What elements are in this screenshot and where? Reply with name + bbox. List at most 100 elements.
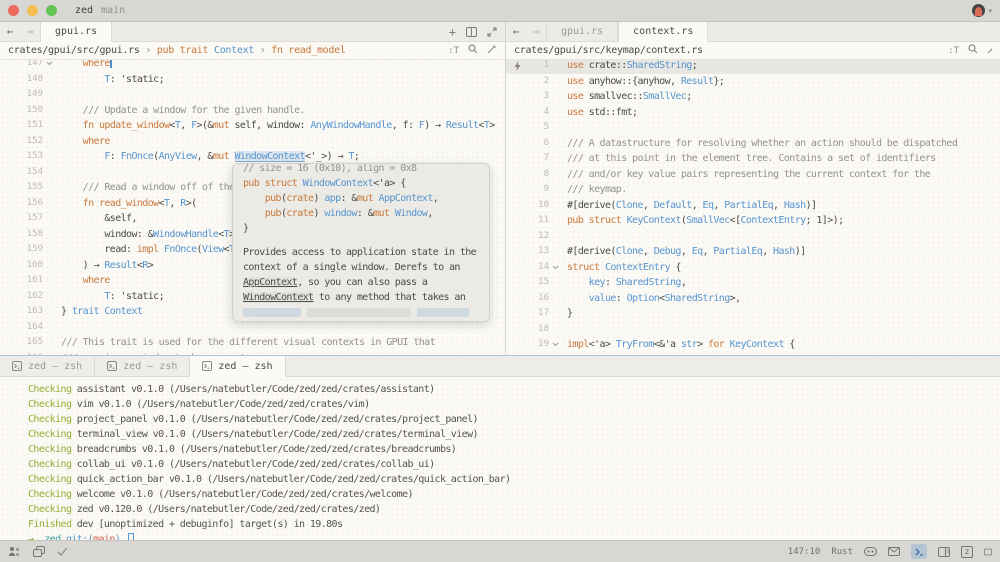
gutter[interactable]: 14	[506, 260, 562, 276]
code-line[interactable]: 13#[derive(Clone, Debug, Eq, PartialEq, …	[506, 244, 1000, 260]
left-editor[interactable]: 147 where148 T: 'static;149150 /// Updat…	[0, 60, 505, 355]
tab-gpui-rs[interactable]: gpui.rs	[40, 22, 112, 42]
doc-link[interactable]: AppContext	[243, 277, 297, 288]
gutter[interactable]: 4	[506, 105, 562, 121]
terminal-tab-2[interactable]: zed — zsh	[95, 356, 190, 376]
assistant-icon[interactable]: z	[961, 546, 973, 558]
navigate-forward-button[interactable]: →	[20, 22, 40, 41]
gutter[interactable]: 162	[0, 289, 56, 305]
gutter[interactable]: 151	[0, 118, 56, 134]
code-line[interactable]: 9/// keymap.	[506, 182, 1000, 198]
git-branch-label[interactable]: main	[101, 5, 125, 16]
gutter[interactable]: 149	[0, 87, 56, 103]
code-line[interactable]: 6/// A datastructure for resolving wheth…	[506, 136, 1000, 152]
code-line[interactable]: 5	[506, 120, 1000, 136]
terminal-tab-1[interactable]: zed — zsh	[0, 356, 95, 376]
code-line[interactable]: 8/// and/or key value pairs representing…	[506, 167, 1000, 183]
gutter[interactable]: 9	[506, 182, 562, 198]
navigate-back-button[interactable]: ←	[506, 22, 526, 41]
code-line[interactable]: 11pub struct KeyContext(SmallVec<[Contex…	[506, 213, 1000, 229]
gutter[interactable]: 158	[0, 227, 56, 243]
split-pane-icon[interactable]	[466, 27, 477, 37]
gutter[interactable]: 155	[0, 180, 56, 196]
user-avatar[interactable]	[972, 4, 985, 17]
gutter[interactable]: 7	[506, 151, 562, 167]
gutter[interactable]: 17	[506, 306, 562, 322]
zoom-window-button[interactable]	[46, 5, 57, 16]
gutter[interactable]: 161	[0, 273, 56, 289]
search-icon[interactable]	[468, 44, 478, 57]
gutter[interactable]: 148	[0, 72, 56, 88]
inline-assist-icon[interactable]	[487, 44, 497, 57]
tab-context-rs[interactable]: context.rs	[618, 22, 708, 42]
right-editor[interactable]: 1use crate::SharedString;2use anyhow::{a…	[506, 60, 1000, 355]
gutter[interactable]: 10	[506, 198, 562, 214]
code-line[interactable]: 7/// at this point in the element tree. …	[506, 151, 1000, 167]
project-panel-icon[interactable]	[8, 546, 21, 557]
gutter[interactable]: 164	[0, 320, 56, 336]
doc-link[interactable]: WindowContext	[243, 292, 313, 303]
code-line[interactable]: 151 fn update_window<T, F>(&mut self, wi…	[0, 118, 505, 134]
code-line[interactable]: 1use crate::SharedString;	[506, 60, 1000, 74]
inline-assist-icon[interactable]	[987, 44, 992, 57]
gutter[interactable]: 166	[0, 351, 56, 356]
code-line[interactable]: 19impl<'a> TryFrom<&'a str> for KeyConte…	[506, 337, 1000, 353]
gutter[interactable]: 18	[506, 322, 562, 338]
code-line[interactable]: 18	[506, 322, 1000, 338]
navigate-back-button[interactable]: ←	[0, 22, 20, 41]
gutter[interactable]: 3	[506, 89, 562, 105]
buffer-font-icon[interactable]: :T	[448, 46, 459, 56]
cursor-position[interactable]: 147:10	[788, 547, 821, 557]
search-icon[interactable]	[968, 44, 978, 57]
gutter[interactable]: 15	[506, 275, 562, 291]
right-dock-icon[interactable]	[938, 547, 950, 557]
gutter[interactable]: 20	[506, 353, 562, 356]
gutter[interactable]: 147	[0, 60, 56, 72]
breadcrumb[interactable]: crates/gpui/src/keymap/context.rs	[514, 45, 703, 56]
code-line[interactable]: 17}	[506, 306, 1000, 322]
gutter[interactable]: 19	[506, 337, 562, 353]
gutter[interactable]: 159	[0, 242, 56, 258]
code-action-lightning-icon[interactable]	[511, 61, 523, 71]
tab-gpui-rs[interactable]: gpui.rs	[546, 22, 618, 41]
breadcrumb[interactable]: crates/gpui/src/gpui.rs › pub trait Cont…	[8, 45, 346, 56]
gutter[interactable]: 11	[506, 213, 562, 229]
code-line[interactable]: 148 T: 'static;	[0, 72, 505, 88]
code-line[interactable]: 12	[506, 229, 1000, 245]
gutter[interactable]: 2	[506, 74, 562, 90]
gutter[interactable]: 156	[0, 196, 56, 212]
fold-chevron-icon[interactable]	[549, 342, 562, 347]
terminal-toggle-icon[interactable]	[911, 544, 927, 559]
gutter[interactable]: 160	[0, 258, 56, 274]
code-line[interactable]: 20 type Error = anyhow::Error;	[506, 353, 1000, 356]
code-line[interactable]: 152 where	[0, 134, 505, 150]
code-line[interactable]: 14struct ContextEntry {	[506, 260, 1000, 276]
gutter[interactable]: 12	[506, 229, 562, 245]
terminal-prompt[interactable]: → zed git:(main)	[28, 532, 1000, 540]
code-line[interactable]: 15 key: SharedString,	[506, 275, 1000, 291]
feedback-icon[interactable]	[888, 547, 900, 556]
minimize-window-button[interactable]	[27, 5, 38, 16]
navigate-forward-button[interactable]: →	[526, 22, 546, 41]
gutter[interactable]: 165	[0, 335, 56, 351]
gutter[interactable]: 1	[506, 60, 562, 74]
diagnostics-check-icon[interactable]	[57, 547, 68, 556]
code-line[interactable]: 10#[derive(Clone, Default, Eq, PartialEq…	[506, 198, 1000, 214]
terminal-output[interactable]: Checking assistant v0.1.0 (/Users/natebu…	[0, 377, 1000, 540]
clipped-edge-icon[interactable]	[984, 547, 992, 557]
gutter[interactable]: 157	[0, 211, 56, 227]
code-line[interactable]: 149	[0, 87, 505, 103]
collab-panel-icon[interactable]	[33, 546, 45, 557]
code-line[interactable]: 2use anyhow::{anyhow, Result};	[506, 74, 1000, 90]
gutter[interactable]: 163	[0, 304, 56, 320]
gutter[interactable]: 153	[0, 149, 56, 165]
code-line[interactable]: 166/// require a window to be present.	[0, 351, 505, 356]
gutter[interactable]: 152	[0, 134, 56, 150]
gutter[interactable]: 16	[506, 291, 562, 307]
code-line[interactable]: 16 value: Option<SharedString>,	[506, 291, 1000, 307]
project-name[interactable]: zed	[75, 5, 93, 16]
code-line[interactable]: 4use std::fmt;	[506, 105, 1000, 121]
language-selector[interactable]: Rust	[831, 547, 853, 557]
new-tab-icon[interactable]: +	[449, 25, 456, 39]
fold-chevron-icon[interactable]	[549, 265, 562, 270]
